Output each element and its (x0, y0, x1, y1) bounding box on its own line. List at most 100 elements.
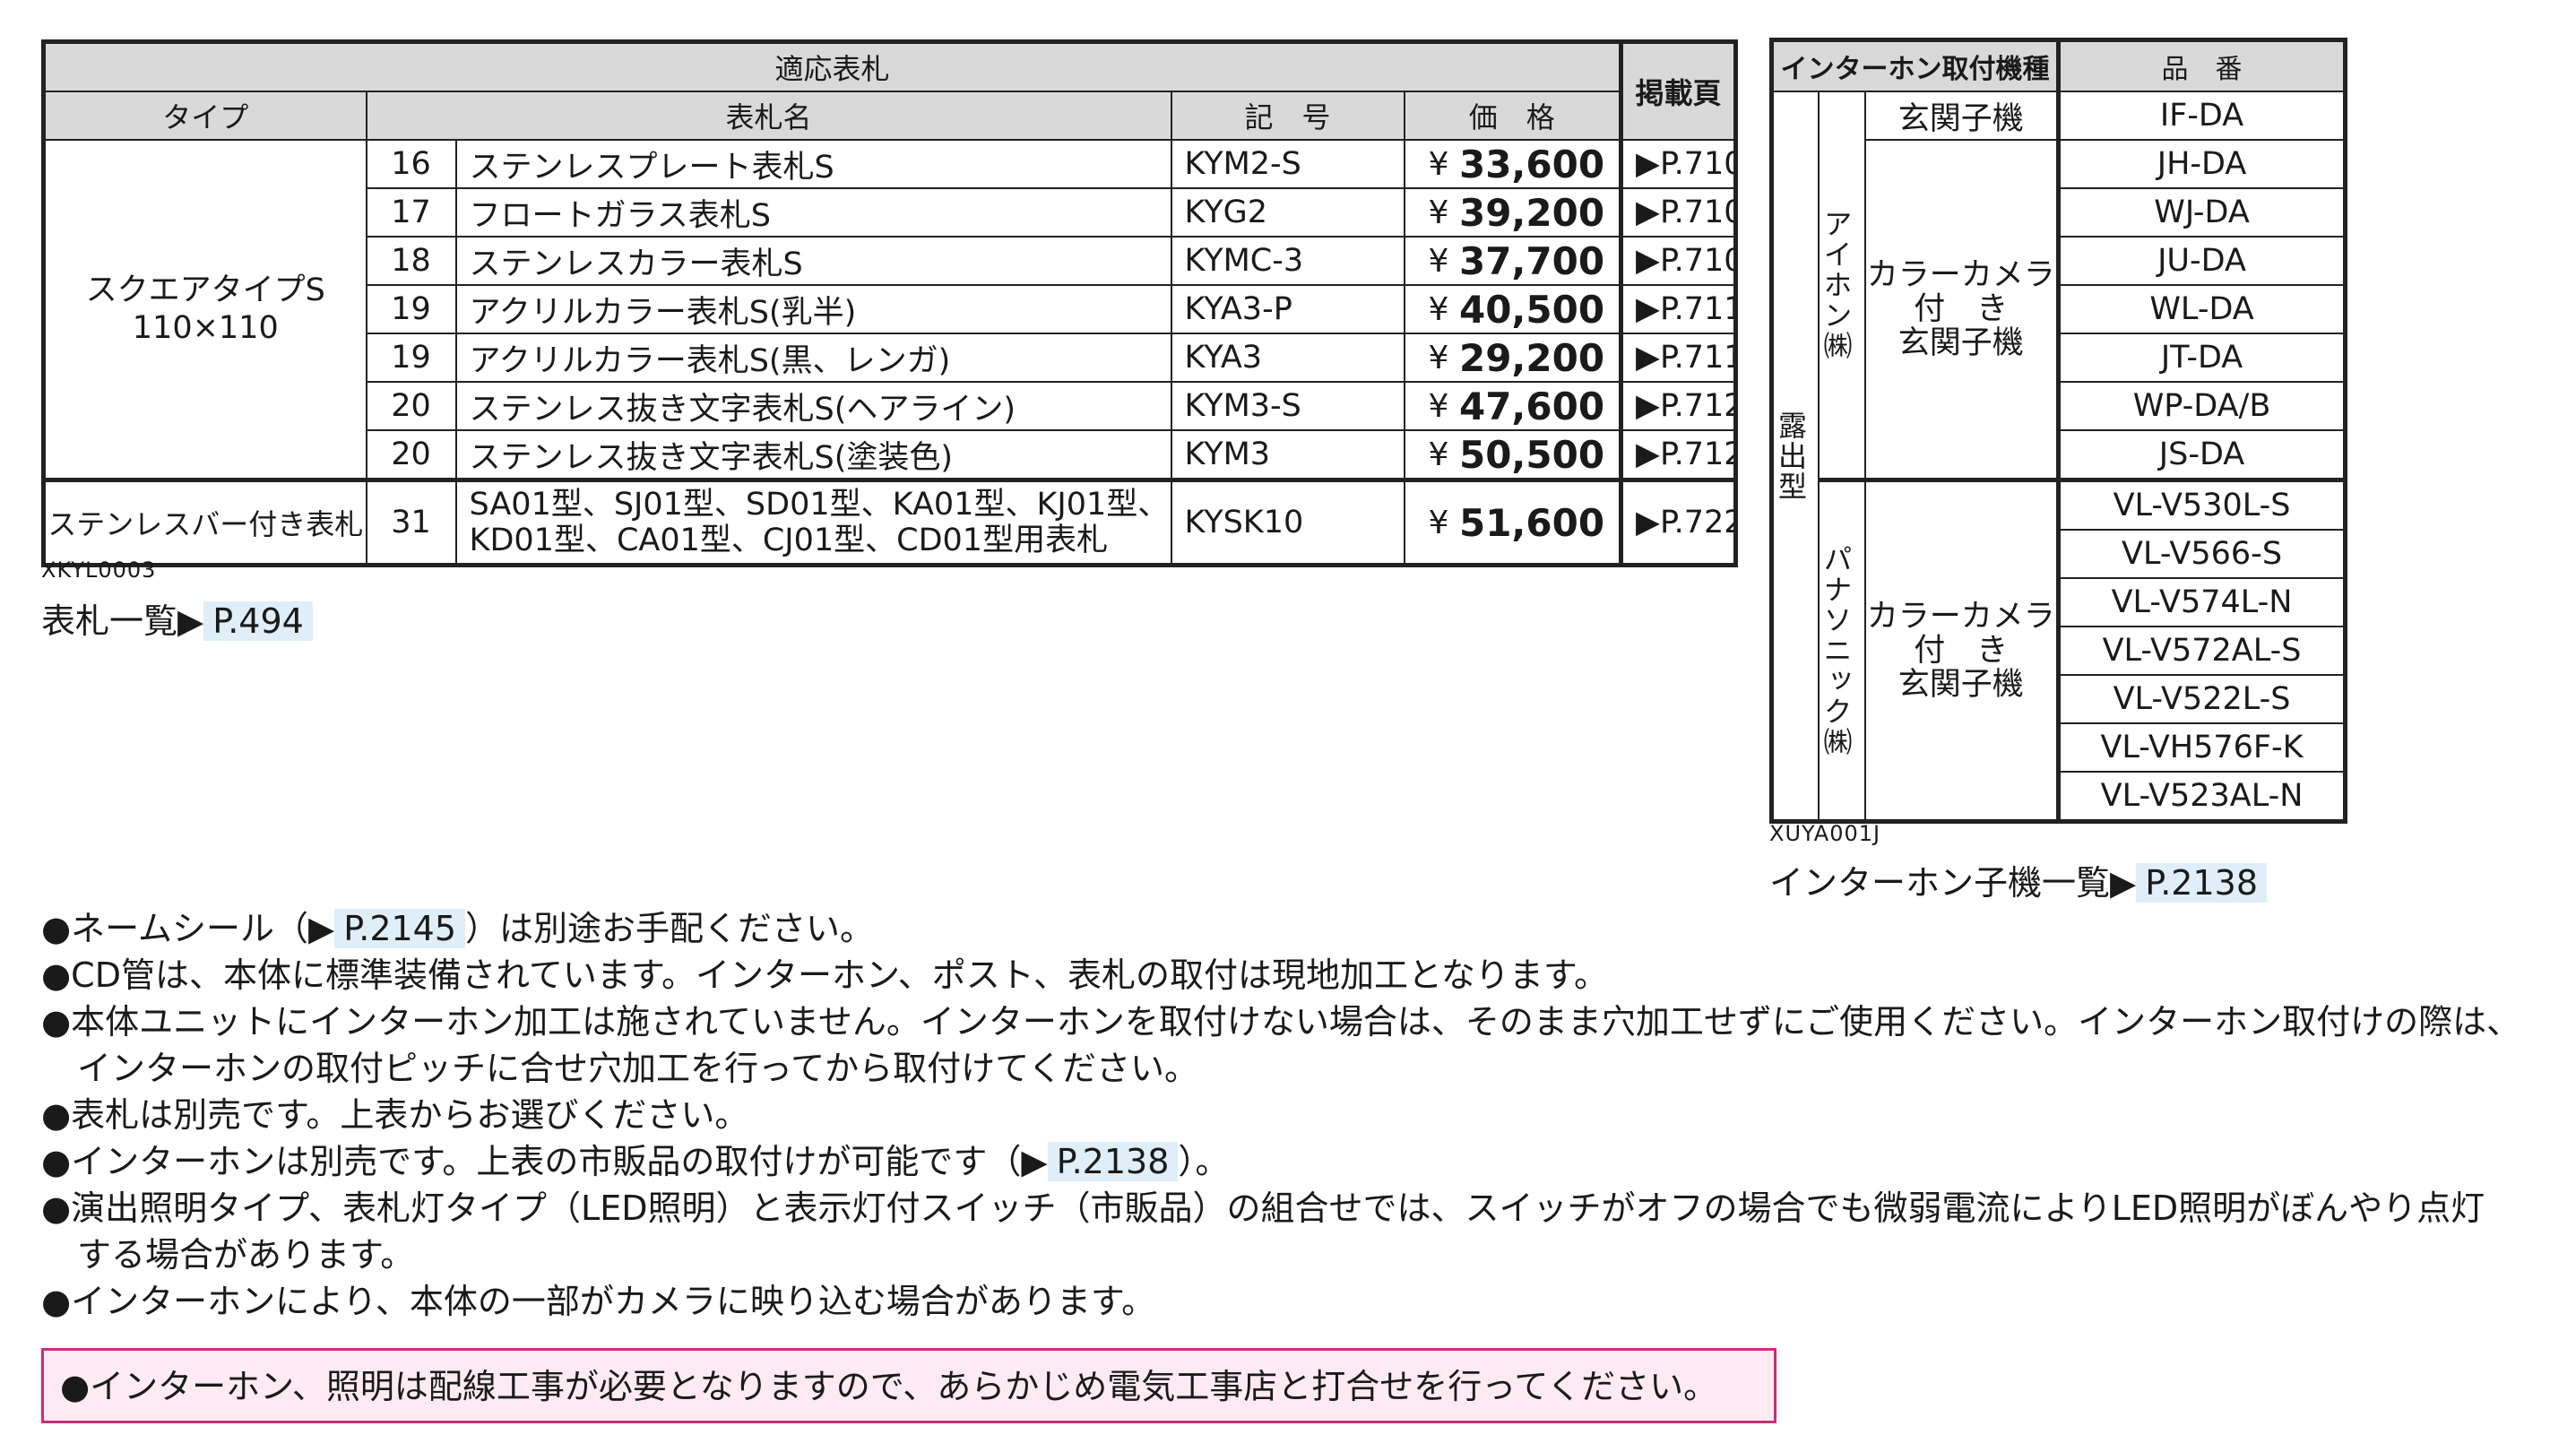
table-row: 露出型 アイホン㈱ 玄関子機 IF-DA (1770, 91, 2347, 823)
nameplate-name: ステンレス抜き文字表札S(塗装色) (454, 429, 1172, 481)
maker-aiphone: アイホン㈱ (1817, 91, 1866, 481)
yen-symbol: ¥ (1428, 504, 1449, 541)
row-number: 20 (365, 429, 457, 481)
row-number: 19 (365, 284, 457, 334)
nameplate-code: KYM2-S (1170, 139, 1405, 189)
yen-symbol: ¥ (1428, 436, 1449, 473)
price: ¥37,700 (1406, 238, 1620, 283)
nameplate-code: KYSK10 (1170, 478, 1405, 566)
price-cell: ¥33,600 (1403, 139, 1622, 189)
note-1: ●ネームシール（▶ P.2145 ）は別途お手配ください。 (41, 909, 875, 948)
intercom-list-link[interactable]: インターホン子機一覧▶ P.2138 (1769, 855, 2268, 904)
note-1-link[interactable]: P.2145 (334, 909, 466, 948)
col-price-header: 価 格 (1403, 91, 1622, 141)
part-number: JH-DA (2056, 139, 2347, 189)
col-name-header: 表札名 (365, 91, 1172, 141)
nameplate-code: KYM3 (1170, 429, 1405, 481)
intercom-list-page[interactable]: P.2138 (2136, 863, 2268, 903)
price: ¥47,600 (1406, 385, 1620, 428)
page-ref[interactable]: ▶P.711 (1619, 284, 1737, 334)
col-code-header: 記 号 (1170, 91, 1405, 141)
page-ref[interactable]: ▶P.712 (1619, 429, 1737, 481)
price-value: 37,700 (1458, 238, 1605, 283)
nameplate-code: KYMC-3 (1170, 236, 1405, 286)
device-kind: カラーカメラ 付 き 玄関子機 (1863, 139, 2060, 481)
notes: ●ネームシール（▶ P.2145 ）は別途お手配ください。 ●CD管は、本体に標準装… (41, 905, 2569, 1325)
price-cell: ¥50,500 (1403, 429, 1622, 481)
price: ¥33,600 (1406, 142, 1620, 186)
price-cell: ¥47,600 (1403, 381, 1622, 431)
note-2: ●CD管は、本体に標準装備されています。インターホン、ポスト、表札の取付は現地加… (41, 955, 1609, 995)
part-number: VL-V572AL-S (2056, 626, 2347, 676)
part-number: VL-V574L-N (2056, 577, 2347, 627)
price-cell: ¥37,700 (1403, 236, 1622, 286)
row-number: 31 (365, 478, 457, 566)
price-cell: ¥51,600 (1403, 478, 1622, 566)
note-6b: する場合があります。 (77, 1235, 415, 1275)
page-ref[interactable]: ▶P.712 (1619, 381, 1737, 431)
price: ¥51,600 (1406, 500, 1620, 545)
price: ¥39,200 (1406, 190, 1620, 235)
row-number: 20 (365, 381, 457, 431)
intercom-table: インターホン取付機種品 番露出型 アイホン㈱ 玄関子機 IF-DA カラーカメラ 付 き… (1769, 38, 2348, 824)
price: ¥29,200 (1406, 335, 1620, 380)
mount-type: 露出型 (1770, 91, 1820, 823)
page-ref[interactable]: ▶P.710 (1619, 187, 1737, 238)
page-ref[interactable]: ▶P.711 (1619, 333, 1737, 383)
nameplate-list-page[interactable]: P.494 (203, 601, 313, 641)
nameplate-code: KYG2 (1170, 187, 1405, 238)
page-ref[interactable]: ▶P.710 (1619, 236, 1737, 286)
table-row: ステンレスバー付き表札 31 SA01型、SJ01型、SD01型、KA01型、KJ0… (42, 478, 1737, 566)
header-row: インターホン取付機種品 番 (1770, 39, 2347, 92)
yen-symbol: ¥ (1428, 242, 1449, 280)
page-ref[interactable]: ▶P.710 (1619, 139, 1737, 189)
note-4: ●表札は別売です。上表からお選びください。 (41, 1095, 749, 1135)
part-number: WL-DA (2056, 284, 2347, 334)
price-cell: ¥29,200 (1403, 333, 1622, 383)
page-ref[interactable]: ▶P.722 (1619, 478, 1737, 566)
nameplate-name: ステンレスプレート表札S (454, 139, 1172, 189)
row-number: 17 (365, 187, 457, 238)
part-number: VL-V530L-S (2056, 478, 2347, 531)
warning-box: ●インターホン、照明は配線工事が必要となりますので、あらかじめ電気工事店と打合せ… (41, 1348, 1776, 1423)
nameplate-name: アクリルカラー表札S(乳半) (454, 284, 1172, 334)
part-number: VL-V522L-S (2056, 674, 2347, 724)
yen-symbol: ¥ (1428, 145, 1449, 183)
nameplate-list-link[interactable]: 表札一覧▶ P.494 (41, 593, 313, 643)
nameplate-name: ステンレスカラー表札S (454, 236, 1172, 286)
price-value: 29,200 (1458, 335, 1605, 380)
price-value: 39,200 (1458, 190, 1605, 235)
nameplate-name: SA01型、SJ01型、SD01型、KA01型、KJ01型、 KD01型、CA0… (454, 478, 1172, 566)
row-number: 19 (365, 333, 457, 383)
nameplate-code: KYM3-S (1170, 381, 1405, 431)
yen-symbol: ¥ (1428, 387, 1449, 425)
yen-symbol: ¥ (1428, 339, 1449, 376)
note-5: ●インターホンは別売です。上表の市販品の取付けが可能です（▶ P.2138）。 (41, 1142, 1230, 1181)
price-value: 33,600 (1458, 142, 1605, 186)
part-number: VL-V523AL-N (2056, 771, 2347, 823)
price-value: 51,600 (1458, 500, 1605, 545)
part-number: WJ-DA (2056, 187, 2347, 238)
table-row: パナソニック㈱ カラーカメラ 付 き 玄関子機 VL-V530L-S (1772, 478, 2347, 823)
maker-aiphone-label: アイホン㈱ (1819, 209, 1854, 361)
table-row: スクエアタイプS 110×110 16 ステンレスプレート表札S KYM2-S ¥33,… (42, 139, 1737, 481)
col-part-header: 品 番 (2056, 39, 2347, 92)
nameplate-name: フロートガラス表札S (454, 187, 1172, 238)
part-number: VL-V566-S (2056, 529, 2347, 579)
price-value: 50,500 (1458, 432, 1605, 477)
nameplate-table: 適応表札 掲載頁 タイプ 表札名 記 号 価 格 スクエアタイプS 110×11… (41, 39, 1739, 567)
nameplate-name: ステンレス抜き文字表札S(ヘアライン) (454, 381, 1172, 431)
part-number: VL-VH576F-K (2056, 722, 2347, 773)
col-type-header: タイプ (42, 91, 367, 141)
price-cell: ¥39,200 (1403, 187, 1622, 238)
yen-symbol: ¥ (1428, 290, 1449, 328)
device-kind: カラーカメラ 付 き 玄関子機 (1863, 478, 2060, 823)
note-5-link[interactable]: P.2138 (1047, 1142, 1179, 1181)
maker-panasonic: パナソニック㈱ (1817, 478, 1866, 823)
header-group: 適応表札 (42, 40, 1622, 92)
part-number: JS-DA (2056, 429, 2347, 481)
price: ¥40,500 (1406, 288, 1620, 332)
note-7: ●インターホンにより、本体の一部がカメラに映り込む場合があります。 (41, 1282, 1156, 1321)
nameplate-code: KYA3 (1170, 333, 1405, 383)
col-page-header: 掲載頁 (1619, 40, 1737, 141)
